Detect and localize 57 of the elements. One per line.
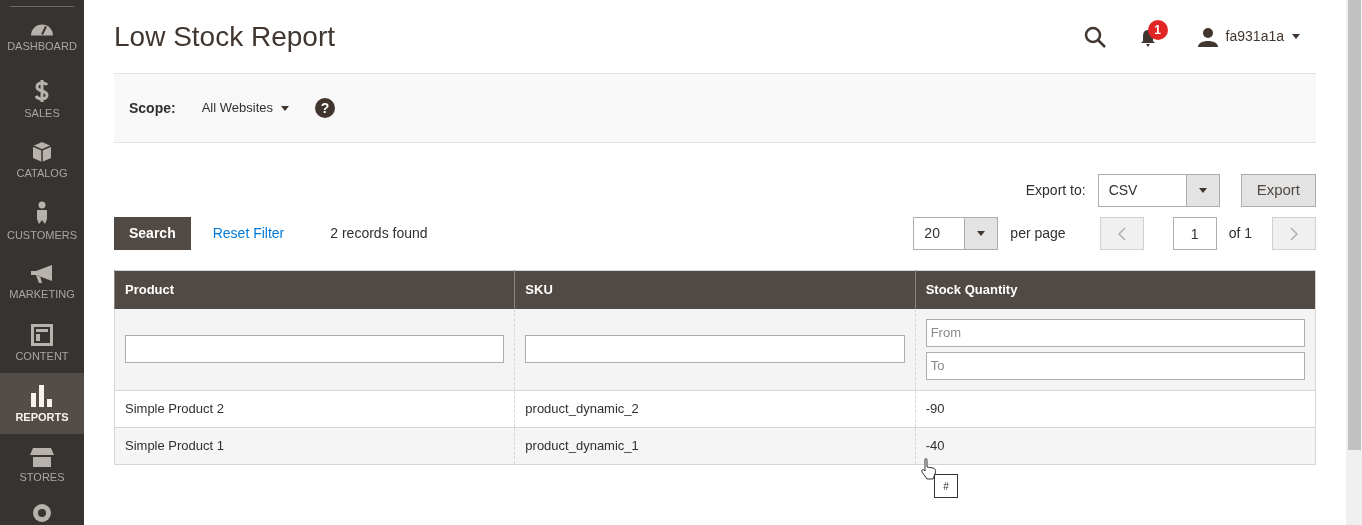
sidebar-item[interactable]: STORES (0, 434, 84, 495)
export-button[interactable]: Export (1240, 174, 1316, 207)
gear-icon[interactable] (30, 501, 54, 525)
storefront-icon (30, 446, 54, 467)
column-header[interactable]: SKU (514, 270, 916, 309)
sidebar-item[interactable]: MARKETING (0, 251, 84, 312)
column-header[interactable]: Stock Quantity (915, 270, 1316, 309)
export-label: Export to: (1025, 181, 1086, 200)
layout-icon (31, 323, 53, 346)
caret-icon (1198, 188, 1207, 193)
sidebar-item[interactable]: CATALOG (0, 129, 84, 190)
sidebar-item[interactable]: CONTENT (0, 312, 84, 373)
tooltip: # (934, 474, 958, 498)
user-menu[interactable]: fa931a1a (1197, 26, 1300, 47)
gauge-icon (30, 23, 54, 36)
person-icon (35, 200, 49, 225)
table-cell: Simple Product 1 (125, 438, 224, 454)
page-number-field[interactable]: 1 (1172, 217, 1217, 250)
notification-badge: 1 (1147, 19, 1168, 40)
caret-icon (1292, 34, 1300, 39)
table-cell: product_dynamic_2 (525, 401, 639, 417)
range-filter-field[interactable]: From (925, 318, 1305, 347)
dollar-icon (34, 78, 50, 103)
bar-chart-icon (31, 384, 53, 407)
chevron-right-icon (1290, 226, 1298, 241)
table-cell: Simple Product 2 (125, 401, 224, 417)
column-header[interactable]: Product (114, 270, 515, 309)
range-filter-field[interactable]: To (925, 351, 1305, 380)
box-icon (32, 140, 52, 163)
sidebar-item[interactable]: REPORTS (0, 373, 84, 434)
filter-field[interactable] (125, 335, 505, 364)
filter-field[interactable] (525, 335, 905, 364)
sidebar-item[interactable]: SALES (0, 68, 84, 129)
search-icon[interactable] (1083, 25, 1106, 48)
sidebar-item[interactable]: DASHBOARD (0, 7, 84, 68)
export-format-select[interactable]: CSV (1097, 174, 1220, 207)
user-icon (1197, 26, 1218, 47)
page-title: Low Stock Report (114, 19, 335, 54)
scope-label: Scope: (129, 98, 176, 118)
per-page-label: per page (1010, 224, 1066, 243)
table-cell: product_dynamic_1 (525, 438, 639, 454)
previous-page-button[interactable] (1099, 217, 1144, 250)
chevron-left-icon (1117, 226, 1126, 241)
next-page-button[interactable] (1272, 217, 1316, 250)
caret-icon (977, 231, 986, 236)
help-icon[interactable]: ? (315, 98, 335, 118)
sidebar-item[interactable]: CUSTOMERS (0, 190, 84, 251)
table-cell: -90 (925, 401, 945, 417)
reset-filter-link[interactable]: Reset Filter (212, 223, 285, 244)
scope-switcher[interactable]: All Websites (201, 98, 289, 118)
per-page-select[interactable]: 20 (913, 217, 999, 250)
megaphone-icon (30, 263, 54, 284)
search-button[interactable]: Search (114, 217, 191, 250)
records-count: 2 records found (330, 224, 428, 243)
page-count: of 1 (1228, 224, 1252, 243)
caret-icon (281, 105, 289, 111)
table-cell: -40 (925, 438, 945, 454)
